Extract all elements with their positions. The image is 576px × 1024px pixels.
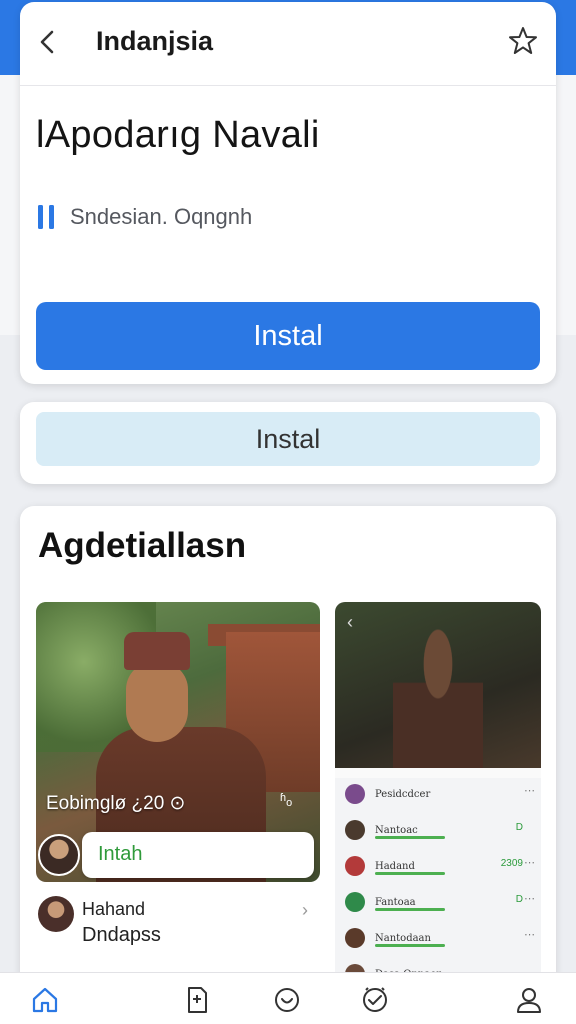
avatar [345,856,365,876]
progress-bar [375,908,445,911]
install-button[interactable]: Instal [36,302,540,370]
section-title: Agdetiallasn [38,526,247,565]
star-icon[interactable] [508,26,538,56]
progress-bar [375,836,445,839]
author-row[interactable]: Hahand Dndapss › [36,896,336,956]
avatar [38,834,80,876]
secondary-install-card: Instal [20,402,556,484]
list-item-name: Fantoaa [375,896,416,908]
check-circle-icon[interactable] [360,985,390,1015]
app-card: Indanjsia lApodarıg Navali Sndesian. Oqn… [20,2,556,384]
back-arrow-icon[interactable] [34,24,62,60]
avatar [345,928,365,948]
bottom-nav [0,972,576,1024]
list-item-name: Pesidcdcer [375,788,431,800]
avatar [38,896,74,932]
list-item-trail: D [515,822,523,833]
author-subtitle: Dndapss [82,924,161,946]
secondary-install-button[interactable]: Instal [36,412,540,466]
file-icon[interactable] [182,985,212,1015]
avatar [345,892,365,912]
app-name: lApodarıg Navali [36,114,320,156]
back-arrow-icon: ‹ [347,612,353,632]
list-item: Nantodaan ⋯ [335,920,541,956]
list-item-name: Nantodaan [375,932,431,944]
more-icon: ⋯ [524,929,535,941]
developer-row[interactable]: Sndesian. Oqngnh [36,202,252,232]
list-item-trail: 2309 [500,858,523,869]
screenshot-right[interactable]: ‹ Pesidcdcer ⋯ Nantoac D Hadand 2309 ⋯ F… [335,602,541,982]
screenshot-caption: Eobimglø ¿20 ⊙ [46,793,186,814]
developer-name: Sndesian. Oqngnh [70,204,253,229]
home-icon[interactable] [30,985,60,1015]
avatar [345,784,365,804]
progress-bar [375,872,445,875]
list-item-name: Nantoac [375,824,418,836]
avatar [345,820,365,840]
gallery-card: Agdetiallasn Eobimglø ¿20 ⊙ ʱₒ Intah ‹ P… [20,506,556,1006]
chevron-right-icon: › [302,900,308,920]
list-item-trail: D [515,894,523,905]
install-pill[interactable]: Intah [82,832,314,878]
profile-icon[interactable] [514,985,544,1015]
page-title: Indanjsia [96,26,214,56]
list-item: Nantoac D [335,812,541,848]
more-icon: ⋯ [524,893,535,905]
header-row: Indanjsia [20,2,556,86]
pill-label: Intah [98,843,143,865]
list-item-name: Hadand [375,860,415,872]
smile-icon[interactable] [272,985,302,1015]
progress-bar [375,944,445,947]
list-item: Pesidcdcer ⋯ [335,776,541,812]
caption-icon: ʱₒ [280,792,293,809]
person-photo [393,622,483,772]
developer-icon [38,205,54,229]
more-icon: ⋯ [524,785,535,797]
list-item: Hadand 2309 ⋯ [335,848,541,884]
list-item: Fantoaa D ⋯ [335,884,541,920]
more-icon: ⋯ [524,857,535,869]
author-name: Hahand [82,899,146,919]
screenshot-left[interactable]: Eobimglø ¿20 ⊙ ʱₒ Intah [36,602,320,882]
